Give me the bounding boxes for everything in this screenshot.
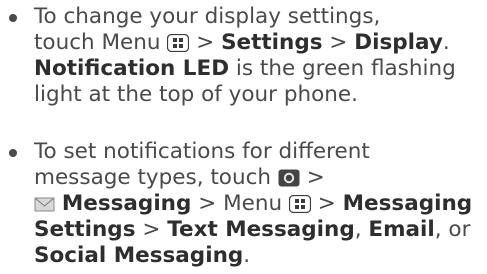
line: Messaging > Menu > Messaging bbox=[34, 191, 472, 217]
bullet bbox=[9, 14, 17, 22]
envelope-icon bbox=[34, 195, 55, 213]
messaging-term: Messaging bbox=[61, 191, 192, 216]
display-term: Display bbox=[354, 30, 443, 55]
text: To change your display settings, bbox=[34, 4, 381, 29]
text: > bbox=[322, 30, 355, 55]
social-messaging-term: Social Messaging bbox=[34, 243, 244, 268]
text: > bbox=[310, 191, 343, 216]
email-term: Email bbox=[368, 217, 435, 242]
notification-led-term: Notification LED bbox=[34, 56, 230, 81]
text: To set notifications for different bbox=[34, 139, 370, 164]
line: touch Menu > Settings > Display. bbox=[34, 30, 450, 56]
launcher-icon bbox=[278, 169, 300, 187]
line: message types, touch > bbox=[34, 165, 325, 191]
line: To change your display settings, bbox=[34, 4, 380, 30]
messaging-term: Messaging bbox=[342, 191, 473, 216]
menu-key-icon bbox=[167, 34, 190, 52]
text: > bbox=[299, 165, 325, 190]
manual-page: To change your display settings, touch M… bbox=[0, 0, 487, 274]
text: touch Menu bbox=[34, 30, 161, 55]
settings-term: Settings bbox=[221, 30, 323, 55]
text: . bbox=[243, 243, 251, 268]
text: , or bbox=[434, 217, 471, 242]
text: . bbox=[442, 30, 450, 55]
line: To set notifications for different bbox=[34, 139, 370, 165]
text: > Menu bbox=[191, 191, 283, 216]
text: > bbox=[189, 30, 222, 55]
text: > bbox=[135, 217, 168, 242]
text: , bbox=[354, 217, 369, 242]
bullet bbox=[9, 149, 17, 157]
text: is the green flashing bbox=[229, 56, 456, 81]
text: message types, touch bbox=[34, 165, 272, 190]
line: Settings > Text Messaging, Email, or bbox=[34, 217, 470, 243]
menu-key-icon bbox=[288, 195, 311, 213]
line: Notification LED is the green flashing bbox=[34, 56, 456, 82]
line: light at the top of your phone. bbox=[34, 82, 358, 108]
text: light at the top of your phone. bbox=[34, 82, 358, 107]
line: Social Messaging. bbox=[34, 243, 250, 269]
text-messaging-term: Text Messaging bbox=[167, 217, 355, 242]
settings-term: Settings bbox=[34, 217, 136, 242]
